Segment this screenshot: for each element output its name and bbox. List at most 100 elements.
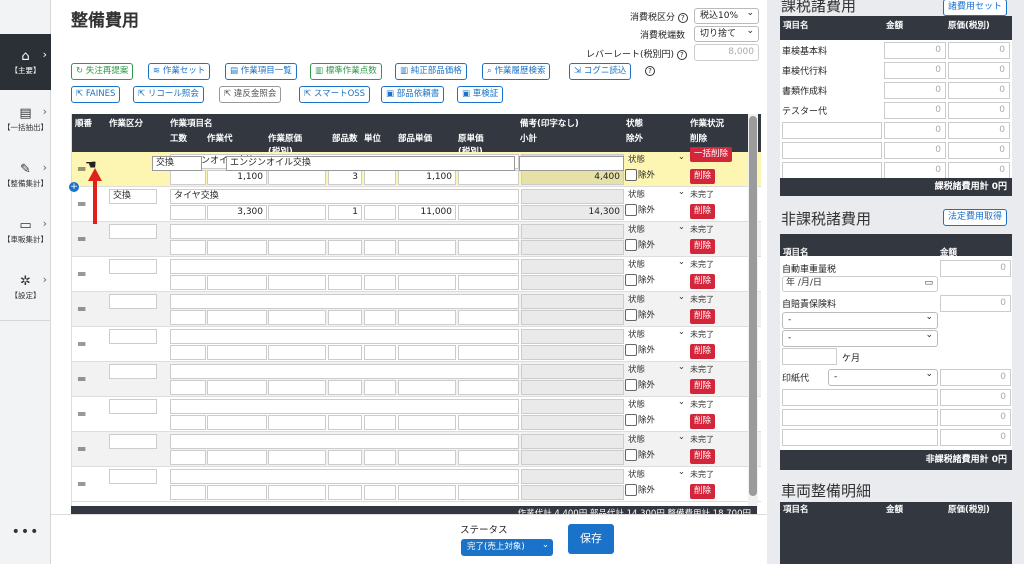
labor-input[interactable]: 1,100 — [207, 170, 267, 185]
delete-row-button[interactable]: 削除 — [690, 309, 716, 324]
parts-qty-input[interactable] — [328, 345, 362, 360]
fee-name-input[interactable] — [782, 162, 882, 179]
table-row[interactable]: ═ 状態除外 未完了削除 — [72, 430, 761, 467]
unit-input[interactable] — [364, 240, 396, 255]
unit-price-input[interactable] — [398, 485, 456, 500]
work-hours-input[interactable] — [170, 415, 206, 430]
unit-price-input[interactable] — [398, 310, 456, 325]
item-name-input[interactable]: エンジンオイル交換 — [170, 154, 519, 169]
status-select[interactable]: 状態 — [625, 255, 688, 272]
note-input[interactable] — [521, 329, 624, 344]
status-select[interactable]: 状態 — [625, 290, 688, 307]
help-icon[interactable]: ? — [645, 66, 655, 76]
labor-cost-input[interactable] — [268, 240, 326, 255]
extra-amount-1[interactable]: 0 — [940, 389, 1011, 406]
fee-cost-input[interactable]: 0 — [948, 82, 1010, 99]
fee-amount-input[interactable]: 0 — [884, 102, 946, 119]
work-item-list-button[interactable]: ▤ 作業項目一覧 — [225, 63, 297, 80]
work-hours-input[interactable] — [170, 205, 206, 220]
fee-name-input[interactable] — [782, 122, 882, 139]
fee-cost-input[interactable]: 0 — [948, 42, 1010, 59]
unit-price-input[interactable] — [398, 345, 456, 360]
delete-row-button[interactable]: 削除 — [690, 239, 716, 254]
unit-input[interactable] — [364, 380, 396, 395]
parts-request-button[interactable]: ▣ 部品依頼書 — [381, 86, 445, 103]
orig-price-input[interactable] — [458, 240, 519, 255]
note-input[interactable] — [521, 154, 624, 169]
exclude-checkbox[interactable]: 除外 — [625, 169, 655, 182]
labor-cost-input[interactable] — [268, 450, 326, 465]
unit-price-input[interactable] — [398, 380, 456, 395]
drag-handle-icon[interactable]: ═ — [78, 443, 85, 455]
save-button[interactable]: 保存 — [568, 524, 614, 554]
note-input[interactable] — [521, 259, 624, 274]
extra-amount-2[interactable]: 0 — [940, 409, 1011, 426]
unit-input[interactable] — [364, 345, 396, 360]
status-select[interactable]: 状態 — [625, 325, 688, 342]
orig-price-input[interactable] — [458, 380, 519, 395]
parts-qty-input[interactable] — [328, 450, 362, 465]
smart-oss-button[interactable]: ⇱ スマートOSS — [299, 86, 371, 103]
fee-amount-input[interactable]: 0 — [884, 82, 946, 99]
labor-cost-input[interactable] — [268, 380, 326, 395]
category-input[interactable] — [109, 224, 157, 239]
unit-price-input[interactable]: 1,100 — [398, 170, 456, 185]
insurance-period-select[interactable]: - — [782, 328, 938, 347]
sidebar-item-bulk-extract[interactable]: ▤ 【一括抽出】 › — [0, 91, 51, 147]
labor-input[interactable]: 3,300 — [207, 205, 267, 220]
exclude-checkbox[interactable]: 除外 — [625, 484, 655, 497]
extra-name-3[interactable] — [782, 429, 938, 446]
status-select[interactable]: 状態 — [625, 360, 688, 377]
delete-row-button[interactable]: 削除 — [690, 414, 716, 429]
stamp-amount[interactable]: 0 — [940, 369, 1011, 386]
item-name-input[interactable] — [170, 259, 519, 274]
work-hours-input[interactable] — [170, 275, 206, 290]
add-row-icon[interactable]: + — [69, 182, 79, 192]
insurance-amount[interactable]: 0 — [940, 295, 1011, 312]
stamp-select[interactable]: - — [828, 367, 938, 386]
delete-row-button[interactable]: 削除 — [690, 169, 716, 184]
table-row[interactable]: ═ 状態除外 未完了削除 — [72, 255, 761, 292]
labor-input[interactable] — [207, 275, 267, 290]
unit-input[interactable] — [364, 415, 396, 430]
note-input[interactable] — [521, 399, 624, 414]
unit-input[interactable] — [364, 205, 396, 220]
item-name-input[interactable] — [170, 224, 519, 239]
status-select[interactable]: 状態 — [625, 150, 688, 167]
orig-price-input[interactable] — [458, 485, 519, 500]
unit-price-input[interactable] — [398, 275, 456, 290]
category-input[interactable] — [109, 469, 157, 484]
exclude-checkbox[interactable]: 除外 — [625, 239, 655, 252]
note-input[interactable] — [521, 224, 624, 239]
tax-category-select[interactable]: 税込10% — [694, 6, 759, 24]
faines-button[interactable]: ⇱ FAINES — [71, 86, 121, 103]
recall-inquiry-button[interactable]: ⇱ リコール照会 — [133, 86, 204, 103]
item-name-input[interactable] — [170, 294, 519, 309]
table-row[interactable]: ═ 状態除外 未完了削除 — [72, 360, 761, 397]
labor-input[interactable] — [207, 380, 267, 395]
labor-input[interactable] — [207, 485, 267, 500]
delete-row-button[interactable]: 削除 — [690, 379, 716, 394]
unit-price-input[interactable] — [398, 415, 456, 430]
extra-amount-3[interactable]: 0 — [940, 429, 1011, 446]
weight-tax-date-input[interactable]: 年 /月/日 ▭ — [782, 276, 938, 292]
fee-amount-input[interactable]: 0 — [884, 42, 946, 59]
genuine-parts-price-button[interactable]: ▥ 純正部品価格 — [395, 63, 467, 80]
work-hours-input[interactable] — [170, 170, 206, 185]
fee-cost-input[interactable]: 0 — [948, 142, 1010, 159]
delete-row-button[interactable]: 削除 — [690, 204, 716, 219]
fee-set-button[interactable]: 諸費用セット — [943, 0, 1008, 16]
labor-cost-input[interactable] — [268, 275, 326, 290]
table-row[interactable]: ═ 状態除外 未完了削除 — [72, 395, 761, 432]
fee-amount-input[interactable]: 0 — [884, 122, 946, 139]
more-icon[interactable]: ••• — [0, 524, 51, 540]
grid-scrollbar[interactable] — [748, 114, 758, 510]
status-select[interactable]: 完了(売上対象) ⌄ — [461, 539, 553, 556]
exclude-checkbox[interactable]: 除外 — [625, 414, 655, 427]
exclude-checkbox[interactable]: 除外 — [625, 449, 655, 462]
parts-qty-input[interactable] — [328, 415, 362, 430]
drag-handle-icon[interactable]: ═ — [78, 198, 85, 210]
status-select[interactable]: 状態 — [625, 395, 688, 412]
drag-handle-icon[interactable]: ═ — [78, 373, 85, 385]
fee-amount-input[interactable]: 0 — [884, 62, 946, 79]
